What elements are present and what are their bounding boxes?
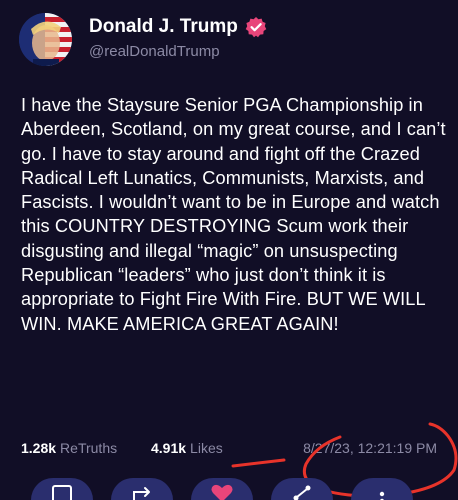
more-button[interactable] [351,478,413,500]
author-display-name[interactable]: Donald J. Trump [89,15,238,39]
reply-button[interactable] [31,478,93,500]
avatar[interactable] [19,13,72,66]
heart-icon [211,484,233,500]
likes-stat[interactable]: 4.91k Likes [151,437,223,459]
like-button[interactable] [191,478,253,500]
likes-label: Likes [190,440,223,456]
retruth-icon [133,487,150,500]
share-icon [293,485,311,500]
author-name-row: Donald J. Trump [89,15,267,39]
retruths-count: 1.28k [21,440,57,456]
post-timestamp[interactable]: 8/27/23, 12:21:19 PM [303,437,437,459]
post-text: I have the Staysure Senior PGA Champions… [21,95,446,334]
share-button[interactable] [271,478,333,500]
retruths-label: ReTruths [60,440,118,456]
post-stats: 1.28k ReTruths 4.91k Likes 8/27/23, 12:21:… [21,437,441,459]
retruths-stat[interactable]: 1.28k ReTruths [21,437,117,459]
author-handle[interactable]: @realDonaldTrump [89,42,220,62]
more-icon [379,491,385,500]
reply-icon [52,485,72,500]
truth-post: Donald J. Trump @realDonaldTrump I have … [0,0,458,500]
likes-count: 4.91k [151,440,187,456]
verified-badge-icon [245,16,267,38]
retruth-button[interactable] [111,478,173,500]
